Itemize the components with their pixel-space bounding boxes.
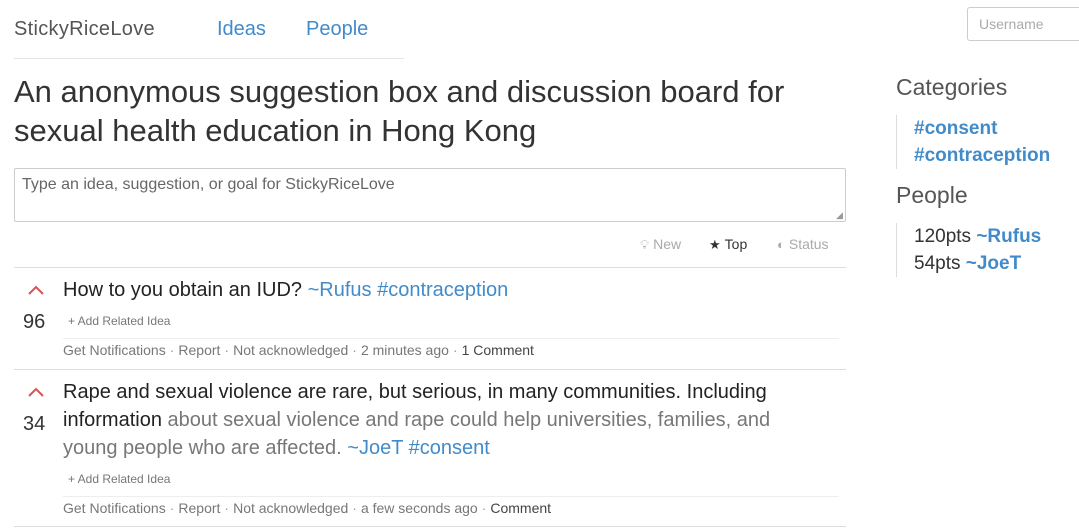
tab-status[interactable]: ◐ Status [777,236,829,252]
idea-timestamp: a few seconds ago [360,500,478,516]
comments-link[interactable]: Comment [490,500,551,516]
idea-timestamp: 2 minutes ago [360,342,449,358]
idea-meta: Get Notifications · Report · Not acknowledge… [63,342,534,358]
category-link-consent[interactable]: #consent [914,118,997,139]
add-related-idea-link[interactable]: + Add Related Idea [68,472,170,486]
list-divider [14,369,846,370]
idea-meta: Get Notifications · Report · Not acknowledge… [63,500,552,516]
get-notifications-link[interactable]: Get Notifications [63,342,166,358]
person-points: 120pts [914,226,972,247]
upvote-button[interactable] [27,284,45,298]
people-list: 120pts ~Rufus 54pts ~JoeT [896,223,1041,277]
idea-title-text: How to you obtain an IUD? [63,279,303,301]
idea-inner-divider [63,338,839,339]
username-input[interactable] [967,7,1079,41]
lightbulb-icon: 💡︎ [640,237,650,252]
idea-title[interactable]: Rape and sexual violence are rare, but s… [63,378,823,462]
idea-author-link[interactable]: ~Rufus [308,279,372,301]
person-link[interactable]: ~Rufus [976,226,1041,247]
report-link[interactable]: Report [178,342,220,358]
get-notifications-link[interactable]: Get Notifications [63,500,166,516]
people-item: 120pts ~Rufus [914,223,1041,250]
idea-score: 96 [23,311,46,333]
report-link[interactable]: Report [178,500,220,516]
tab-top-label: Top [724,236,748,252]
nav-divider [14,58,404,59]
categories-heading: Categories [896,74,1008,100]
tab-top[interactable]: ★ Top [709,236,747,253]
page-title: An anonymous suggestion box and discussi… [14,74,785,148]
list-divider [14,267,846,268]
idea-inner-divider [63,496,839,497]
upvote-button[interactable] [27,386,45,400]
people-item: 54pts ~JoeT [914,250,1041,277]
idea-score: 34 [23,413,46,435]
idea-title[interactable]: How to you obtain an IUD? ~Rufus #contra… [63,276,823,304]
chevron-up-icon [28,387,44,397]
category-link-contraception[interactable]: #contraception [914,145,1050,166]
comments-link[interactable]: 1 Comment [462,342,534,358]
half-circle-icon: ◐ [777,237,785,252]
tab-new-label: New [653,236,682,252]
idea-status: Not acknowledged [233,342,349,358]
people-heading: People [896,182,968,208]
site-brand[interactable]: StickyRiceLove [14,18,155,41]
nav-ideas-link[interactable]: Ideas [217,18,266,41]
idea-tag-link[interactable]: #contraception [377,279,508,301]
nav-people-link[interactable]: People [306,18,368,41]
person-link[interactable]: ~JoeT [966,253,1021,274]
person-points: 54pts [914,253,961,274]
idea-status: Not acknowledged [233,500,349,516]
idea-input[interactable] [14,168,846,222]
idea-tag-link[interactable]: #consent [409,437,490,459]
list-divider [14,526,846,527]
tab-new[interactable]: 💡︎ New [640,236,681,253]
categories-list: #consent #contraception [896,115,1050,169]
add-related-idea-link[interactable]: + Add Related Idea [68,314,170,328]
tab-status-label: Status [788,236,829,252]
chevron-up-icon [28,285,44,295]
idea-author-link[interactable]: ~JoeT [347,437,403,459]
sort-tabs: 💡︎ New ★ Top ◐ Status [640,236,840,254]
star-icon: ★ [709,237,721,252]
